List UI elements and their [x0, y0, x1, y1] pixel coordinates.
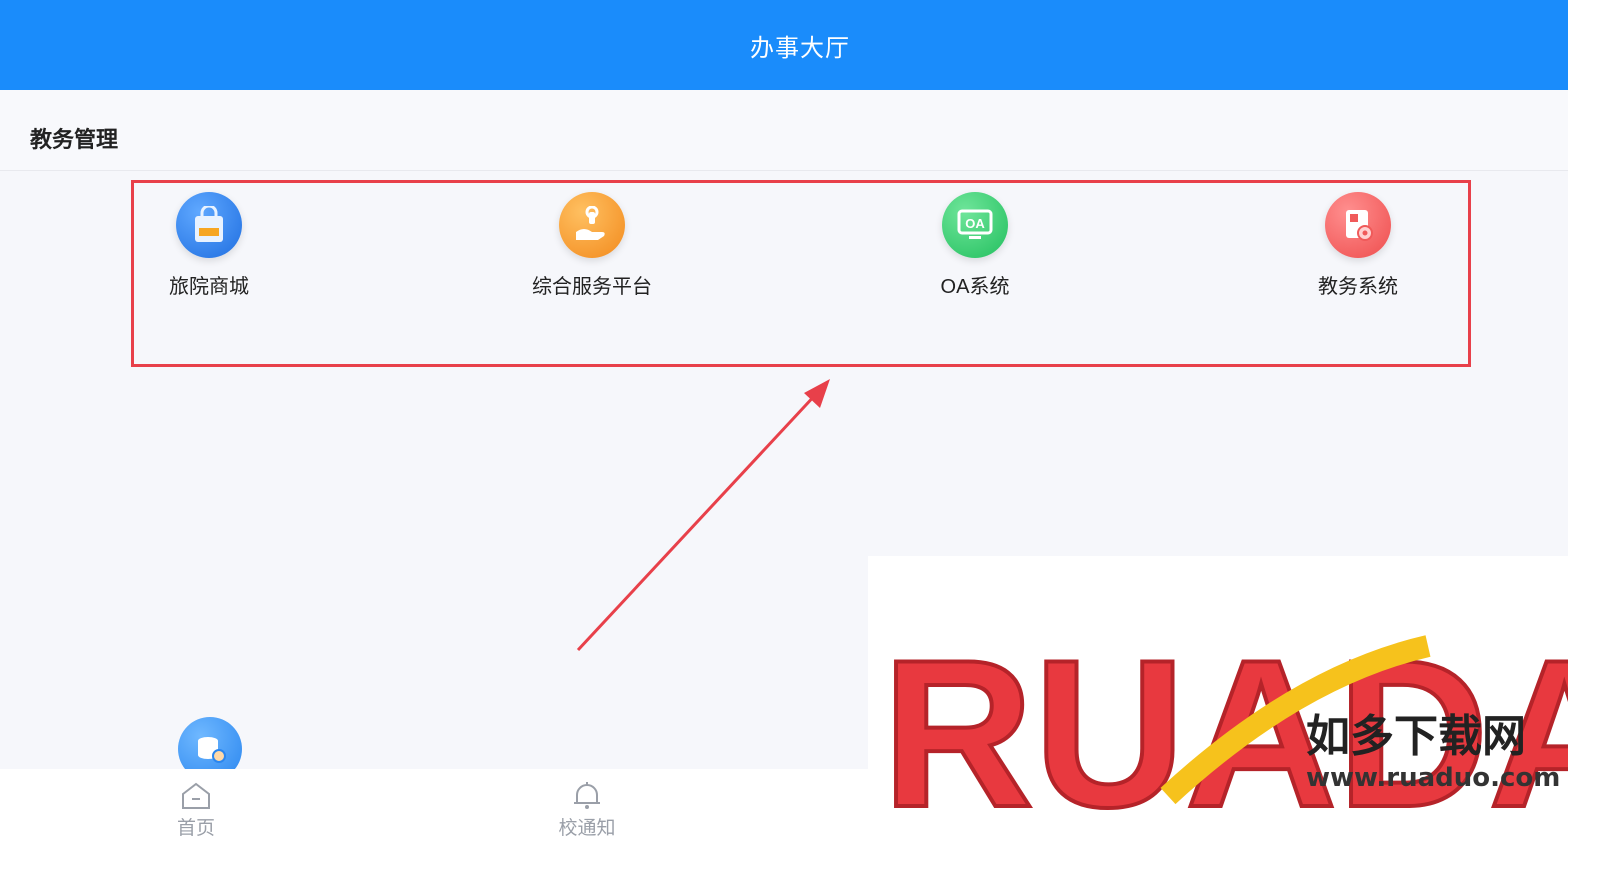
shopping-bag-icon: [176, 192, 242, 258]
app-label: 旅院商城: [169, 276, 249, 298]
app-label: 教务系统: [1318, 276, 1398, 298]
app-header: 办事大厅: [0, 0, 1600, 90]
oa-icon-text: OA: [965, 216, 985, 231]
app-label: OA系统: [940, 276, 1010, 298]
tab-label: 校通知: [558, 818, 616, 839]
page-title: 办事大厅: [750, 34, 850, 62]
app-tile-oa[interactable]: OA OA系统: [875, 192, 1075, 299]
app-tile-academic-system[interactable]: 教务系统: [1258, 192, 1458, 299]
bell-icon: [574, 782, 600, 809]
right-edge: [1568, 0, 1600, 871]
app-tile-service-platform[interactable]: 综合服务平台: [492, 192, 692, 299]
oa-monitor-icon: OA: [942, 192, 1008, 258]
document-gear-icon: [1325, 192, 1391, 258]
section-header: 教务管理: [0, 90, 1568, 171]
tab-home[interactable]: 首页: [136, 781, 256, 840]
tab-notices[interactable]: 校通知: [527, 781, 647, 840]
section-title: 教务管理: [30, 127, 119, 152]
hand-service-icon: [559, 192, 625, 258]
watermark-url: www.ruaduo.com: [1306, 763, 1560, 793]
home-icon: [182, 782, 210, 809]
watermark: RUADAO 如多下载网 www.ruaduo.com: [868, 556, 1568, 871]
watermark-cn-text: 如多下载网: [1306, 711, 1526, 762]
app-label: 综合服务平台: [532, 276, 652, 298]
tab-label: 首页: [176, 818, 215, 839]
bottom-tab-bar: 首页 校通知: [0, 769, 870, 871]
app-tile-mall[interactable]: 旅院商城: [109, 192, 309, 299]
